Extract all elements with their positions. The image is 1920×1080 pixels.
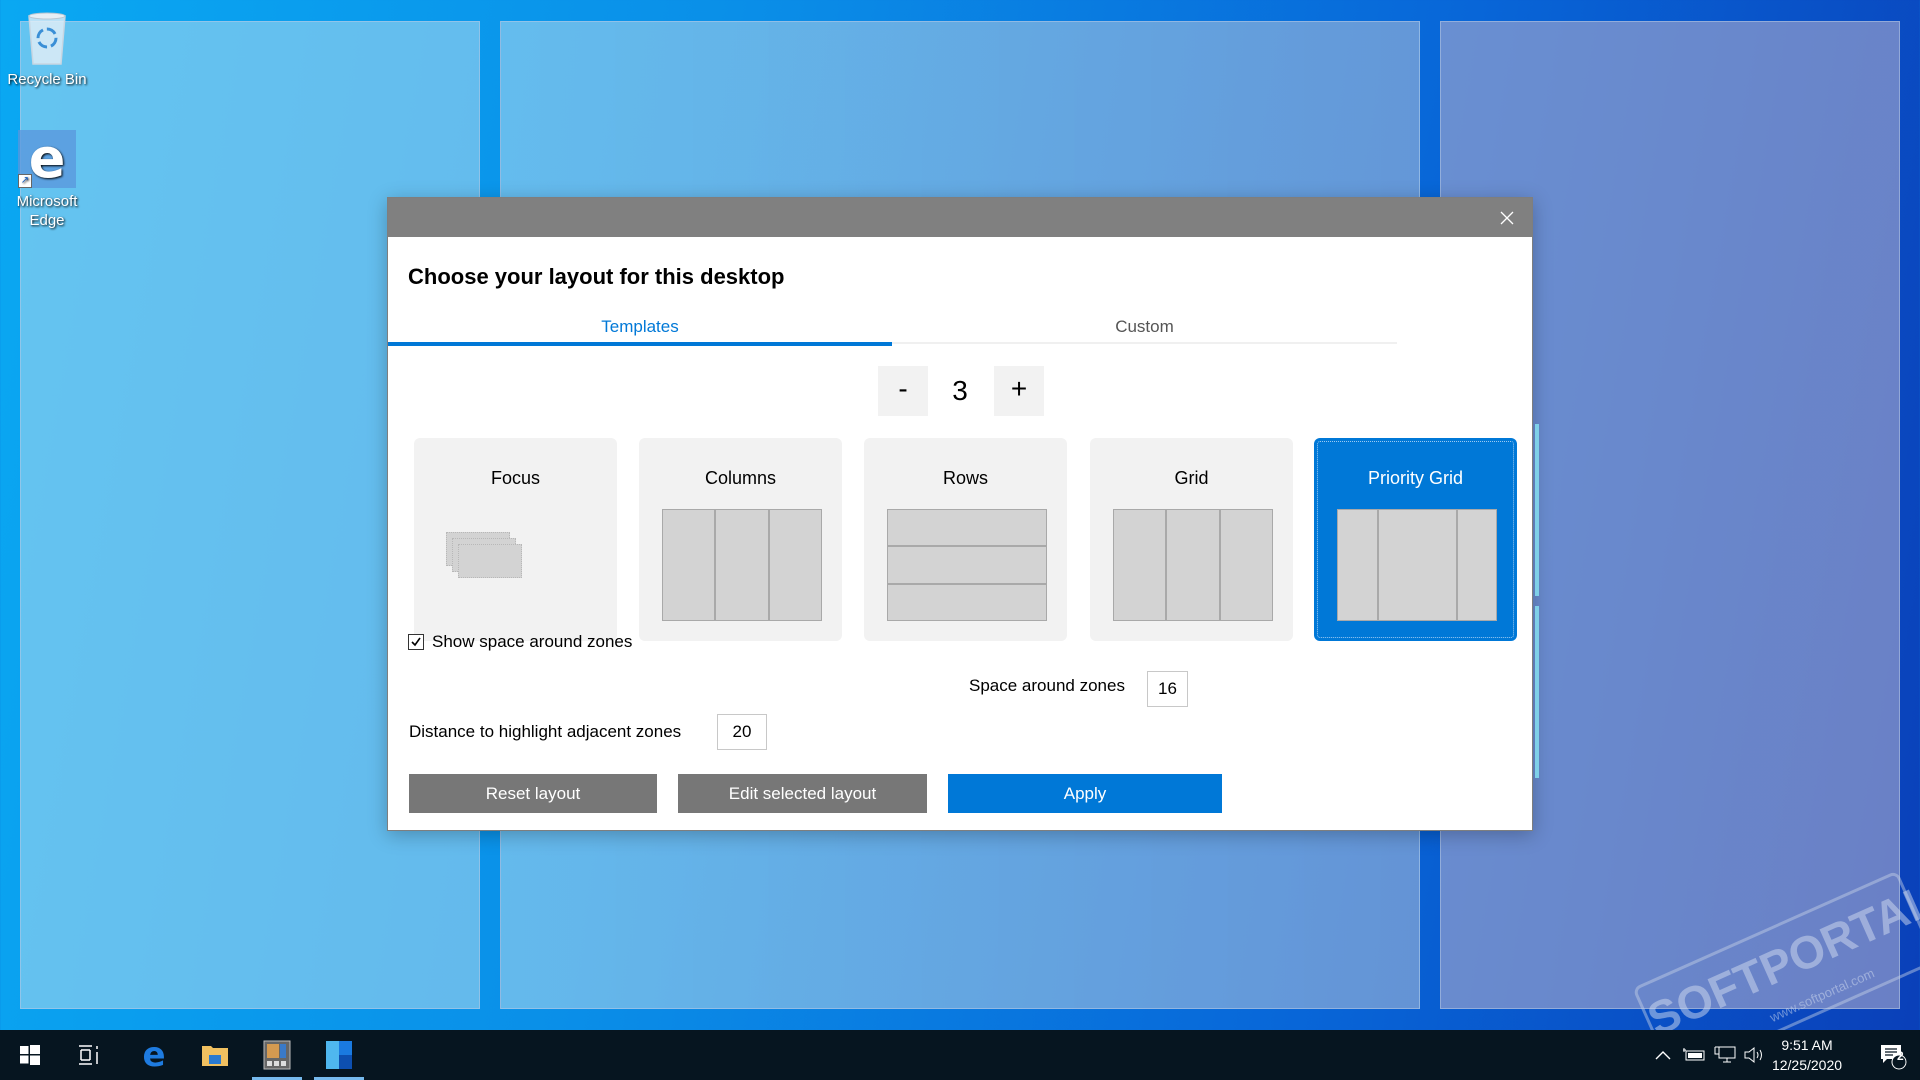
- dialog-titlebar[interactable]: [388, 198, 1532, 237]
- desktop-icon-label: Recycle Bin: [7, 71, 87, 88]
- chevron-up-icon: [1655, 1051, 1671, 1060]
- show-hidden-icons-button[interactable]: [1652, 1030, 1674, 1080]
- preview-zone: [716, 510, 768, 620]
- taskbar-edge-button[interactable]: e: [125, 1030, 183, 1080]
- taskbar-clock[interactable]: 9:51 AM 12/25/2020: [1762, 1035, 1852, 1075]
- template-label: Priority Grid: [1367, 468, 1463, 488]
- dialog-title: Choose your layout for this desktop: [408, 264, 785, 289]
- rows-layout-preview: [887, 509, 1047, 621]
- checkmark-icon: [411, 637, 421, 647]
- reset-layout-button[interactable]: Reset layout: [409, 774, 657, 813]
- preview-zone: [458, 544, 522, 578]
- preview-zone: [1114, 510, 1166, 620]
- zone-edge-indicator: [1535, 424, 1539, 596]
- apply-button[interactable]: Apply: [948, 774, 1222, 813]
- close-button[interactable]: [1496, 207, 1518, 229]
- template-card-focus[interactable]: Focus: [414, 438, 617, 641]
- show-space-label: Show space around zones: [432, 632, 633, 651]
- show-space-checkbox[interactable]: [408, 634, 424, 650]
- edit-selected-layout-button[interactable]: Edit selected layout: [678, 774, 927, 813]
- columns-layout-preview: [662, 509, 822, 621]
- priority-grid-layout-preview: [1337, 509, 1497, 621]
- show-space-checkbox-row[interactable]: Show space around zones: [408, 632, 632, 652]
- template-card-grid[interactable]: Grid: [1090, 438, 1293, 641]
- template-label: Columns: [704, 468, 777, 488]
- layout-tabs: Templates Custom: [388, 314, 1397, 346]
- preview-zone: [888, 510, 1046, 546]
- tab-templates[interactable]: Templates: [388, 314, 892, 346]
- app-window-icon: [263, 1040, 291, 1070]
- template-card-columns[interactable]: Columns: [639, 438, 842, 641]
- start-button[interactable]: [1, 1030, 59, 1080]
- folder-icon: [202, 1046, 228, 1066]
- recycle-bin-icon: [21, 10, 73, 66]
- desktop-icon-recycle-bin[interactable]: Recycle Bin: [2, 10, 92, 89]
- preview-zone: [769, 510, 821, 620]
- zone-count-value: 3: [952, 375, 968, 406]
- layout-editor-dialog: Choose your layout for this desktop Temp…: [387, 197, 1533, 831]
- template-card-rows[interactable]: Rows: [864, 438, 1067, 641]
- distance-highlight-input[interactable]: [717, 714, 767, 750]
- clock-time: 9:51 AM: [1781, 1037, 1833, 1053]
- preview-zone: [663, 510, 715, 620]
- template-label: Rows: [942, 468, 988, 488]
- space-around-zones-label: Space around zones: [969, 676, 1125, 695]
- zone-edge-indicator: [1535, 606, 1539, 778]
- space-around-zones-input[interactable]: [1147, 671, 1188, 707]
- action-center-button[interactable]: 2: [1864, 1030, 1920, 1080]
- template-card-priority-grid[interactable]: Priority Grid: [1314, 438, 1517, 641]
- battery-tray-button[interactable]: [1680, 1030, 1708, 1080]
- taskbar-app-button[interactable]: [248, 1030, 306, 1080]
- taskbar-fancyzones-button[interactable]: [310, 1030, 368, 1080]
- notification-count: 2: [1897, 1049, 1904, 1063]
- preview-zone: [888, 547, 1046, 583]
- network-tray-button[interactable]: [1712, 1030, 1738, 1080]
- windows-start-icon: [20, 1045, 40, 1065]
- clock-date: 12/25/2020: [1771, 1057, 1843, 1073]
- preview-zone: [1167, 510, 1219, 620]
- network-icon: [1714, 1046, 1736, 1063]
- task-view-button[interactable]: [60, 1030, 118, 1080]
- increase-zones-button[interactable]: +: [994, 366, 1044, 416]
- preview-zone: [1220, 510, 1272, 620]
- edge-icon: e: [142, 1035, 166, 1075]
- task-view-icon: [79, 1045, 98, 1065]
- taskbar-file-explorer-button[interactable]: [186, 1030, 244, 1080]
- edge-icon: e ↗: [18, 130, 76, 188]
- preview-zone: [1378, 510, 1456, 620]
- focus-layout-preview: [446, 532, 536, 582]
- template-label: Focus: [490, 468, 541, 488]
- fancyzones-icon: [326, 1041, 352, 1069]
- desktop-icon-microsoft-edge[interactable]: e ↗ Microsoft Edge: [2, 130, 92, 230]
- distance-highlight-label: Distance to highlight adjacent zones: [409, 722, 682, 741]
- grid-layout-preview: [1113, 509, 1273, 621]
- preview-zone: [888, 584, 1046, 620]
- close-icon: [1500, 211, 1514, 225]
- battery-icon: [1683, 1048, 1705, 1061]
- template-label: Grid: [1174, 468, 1209, 488]
- decrease-zones-button[interactable]: -: [878, 366, 928, 416]
- taskbar: e 9:51 AM 12/25/2020 2: [0, 1030, 1920, 1080]
- preview-zone: [1457, 510, 1496, 620]
- desktop-icon-label: Microsoft Edge: [16, 193, 78, 229]
- preview-zone: [1338, 510, 1377, 620]
- tab-custom[interactable]: Custom: [892, 314, 1397, 344]
